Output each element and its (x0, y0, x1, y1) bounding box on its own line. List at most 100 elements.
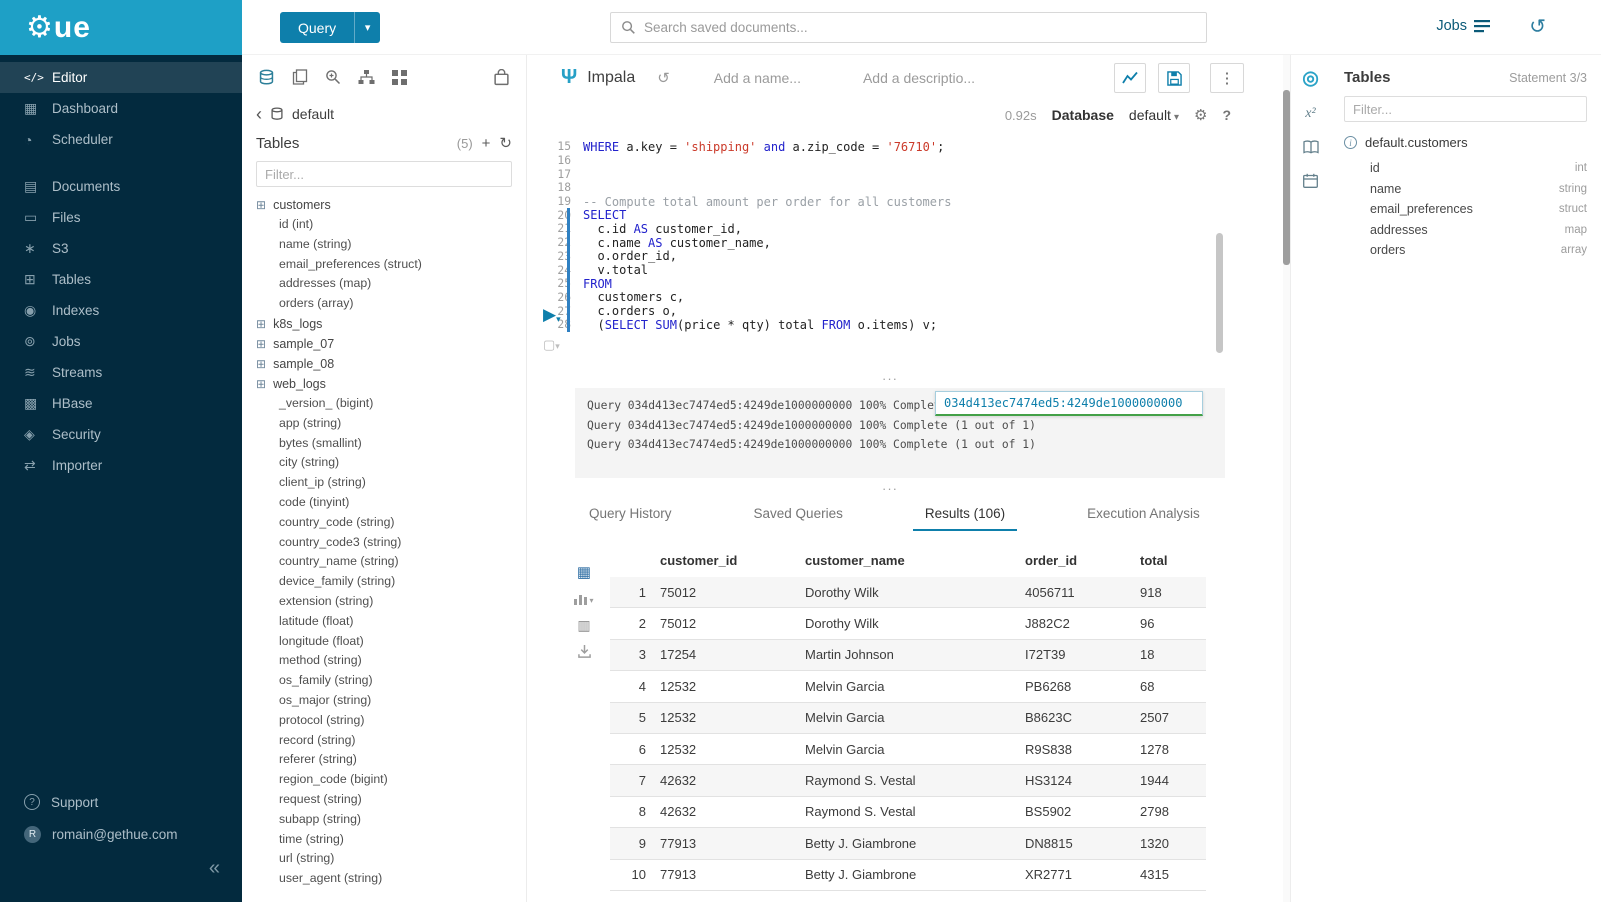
assist-table-sample-07[interactable]: ⊞sample_07 (242, 334, 526, 354)
editor-history-icon[interactable]: ↺ (657, 69, 670, 87)
language-reference-icon[interactable] (1303, 140, 1319, 154)
right-active-table[interactable]: i default.customers (1344, 135, 1587, 150)
code-line[interactable]: 21 c.id AS customer_id, (527, 222, 1283, 236)
table-row[interactable]: 977913Betty J. GiambroneDN88151320 (610, 828, 1206, 859)
query-id-tooltip[interactable]: 034d413ec7474ed5:4249de1000000000 (935, 391, 1203, 416)
code-line[interactable]: 16 (527, 154, 1283, 168)
assist-column[interactable]: os_family (string) (242, 671, 526, 691)
assist-column[interactable]: request (string) (242, 790, 526, 810)
hue-logo[interactable]: ⚙ue (0, 0, 242, 55)
sidebar-item-indexes[interactable]: ◉Indexes (0, 295, 242, 326)
tab-query-history[interactable]: Query History (577, 498, 684, 531)
code-line[interactable]: 25FROM (527, 277, 1283, 291)
sidebar-item-dashboard[interactable]: ▦Dashboard (0, 93, 242, 124)
sidebar-item-files[interactable]: ▭Files (0, 202, 242, 233)
more-actions-button[interactable]: ⋮ (1210, 63, 1244, 93)
query-description-input[interactable]: Add a descriptio... (863, 70, 975, 86)
table-row[interactable]: 512532Melvin GarciaB8623C2507 (610, 703, 1206, 734)
assist-column[interactable]: extension (string) (242, 592, 526, 612)
apps-grid-icon[interactable] (392, 70, 407, 85)
sidebar-item-tables[interactable]: ⊞Tables (0, 264, 242, 295)
editor-help-icon[interactable]: ? (1222, 107, 1231, 123)
assist-column[interactable]: app (string) (242, 414, 526, 434)
new-query-dropdown-caret-icon[interactable]: ▾ (354, 12, 380, 43)
code-line[interactable]: 24 v.total (527, 263, 1283, 277)
table-row[interactable]: 317254Martin JohnsonI72T3918 (610, 640, 1206, 671)
sidebar-item-streams[interactable]: ≋Streams (0, 357, 242, 388)
assist-table-customers[interactable]: ⊞customers (242, 195, 526, 215)
add-table-icon[interactable]: + (482, 136, 491, 151)
right-column-row[interactable]: email_preferencesstruct (1344, 199, 1587, 220)
assist-table-web-logs[interactable]: ⊞web_logs (242, 374, 526, 394)
code-line[interactable]: 28 (SELECT SUM(price * qty) total FROM o… (527, 318, 1283, 332)
assist-table-k8s-logs[interactable]: ⊞k8s_logs (242, 314, 526, 334)
right-column-row[interactable]: ordersarray (1344, 240, 1587, 261)
right-column-row[interactable]: namestring (1344, 179, 1587, 200)
sitemap-icon[interactable] (358, 69, 375, 85)
breadcrumb-database-name[interactable]: default (292, 106, 334, 122)
assist-column[interactable]: region_code (bigint) (242, 770, 526, 790)
tab-execution-analysis[interactable]: Execution Analysis (1075, 498, 1212, 531)
sidebar-item-jobs[interactable]: ⊚Jobs (0, 326, 242, 357)
grid-view-icon[interactable]: ▦ (577, 565, 591, 580)
search-zoom-icon[interactable] (325, 69, 341, 85)
code-line[interactable]: 20SELECT (527, 208, 1283, 222)
code-area[interactable]: 15WHERE a.key = 'shipping' and a.zip_cod… (527, 140, 1283, 332)
assist-column[interactable]: protocol (string) (242, 711, 526, 731)
explain-button[interactable]: ▢▾ (543, 337, 560, 353)
right-filter-input[interactable] (1344, 96, 1587, 122)
assist-column[interactable]: record (string) (242, 731, 526, 751)
resize-handle-bottom[interactable]: ··· (882, 481, 898, 496)
assist-column[interactable]: orders (array) (242, 294, 526, 314)
assist-table-sample-08[interactable]: ⊞sample_08 (242, 354, 526, 374)
assist-column[interactable]: url (string) (242, 849, 526, 869)
sidebar-item-security[interactable]: ◈Security (0, 419, 242, 450)
chart-button[interactable] (1114, 63, 1146, 93)
refresh-tables-icon[interactable]: ↻ (499, 136, 512, 151)
results-chart-icon[interactable]: ▾ (574, 593, 593, 605)
assist-column[interactable]: longitude (float) (242, 632, 526, 652)
right-column-row[interactable]: idint (1344, 158, 1587, 179)
scheduler-calendar-icon[interactable] (1303, 173, 1318, 188)
assist-column[interactable]: device_family (string) (242, 572, 526, 592)
assist-column[interactable]: code (tinyint) (242, 493, 526, 513)
assist-column[interactable]: country_name (string) (242, 552, 526, 572)
documents-copy-icon[interactable] (292, 69, 308, 85)
sidebar-item-editor[interactable]: </>Editor (0, 62, 242, 93)
code-line[interactable]: 19-- Compute total amount per order for … (527, 195, 1283, 209)
assist-column[interactable]: addresses (map) (242, 274, 526, 294)
resize-handle-top[interactable]: ··· (882, 371, 898, 386)
assist-column[interactable]: city (string) (242, 453, 526, 473)
code-line[interactable]: 27 c.orders o, (527, 304, 1283, 318)
assist-column[interactable]: time (string) (242, 830, 526, 850)
editor-settings-icon[interactable]: ⚙ (1194, 106, 1207, 124)
download-icon[interactable] (578, 645, 591, 658)
assist-column[interactable]: subapp (string) (242, 810, 526, 830)
assist-column[interactable]: id (int) (242, 215, 526, 235)
table-row[interactable]: 275012Dorothy WilkJ882C296 (610, 608, 1206, 639)
functions-icon[interactable]: x² (1305, 107, 1315, 121)
table-row[interactable]: 175012Dorothy Wilk4056711918 (610, 577, 1206, 608)
page-scrollbar-thumb[interactable] (1283, 90, 1290, 265)
code-line[interactable]: 17 (527, 167, 1283, 181)
table-row[interactable]: 742632Raymond S. VestalHS31241944 (610, 765, 1206, 796)
table-row[interactable]: 612532Melvin GarciaR9S8381278 (610, 734, 1206, 765)
database-dropdown[interactable]: default▾ (1129, 107, 1179, 123)
sidebar-item-scheduler[interactable]: ◔Scheduler (0, 124, 242, 155)
code-line[interactable]: 22 c.name AS customer_name, (527, 236, 1283, 250)
table-row[interactable]: 412532Melvin GarciaPB626868 (610, 671, 1206, 702)
sidebar-item-documents[interactable]: ▤Documents (0, 171, 242, 202)
right-column-row[interactable]: addressesmap (1344, 220, 1587, 241)
assist-column[interactable]: user_agent (string) (242, 869, 526, 889)
bag-icon[interactable] (493, 69, 510, 86)
query-name-input[interactable]: Add a name... (714, 70, 801, 86)
assist-column[interactable]: country_code3 (string) (242, 533, 526, 553)
sidebar-item-s3[interactable]: ∗S3 (0, 233, 242, 264)
code-line[interactable]: 23 o.order_id, (527, 250, 1283, 264)
jobs-link[interactable]: Jobs (1436, 18, 1490, 34)
sidebar-item-support[interactable]: ? Support (0, 786, 242, 818)
editor-scrollbar[interactable] (1216, 233, 1223, 353)
execute-button[interactable]: ▶▾ (543, 305, 561, 325)
code-line[interactable]: 15WHERE a.key = 'shipping' and a.zip_cod… (527, 140, 1283, 154)
assist-column[interactable]: bytes (smallint) (242, 434, 526, 454)
